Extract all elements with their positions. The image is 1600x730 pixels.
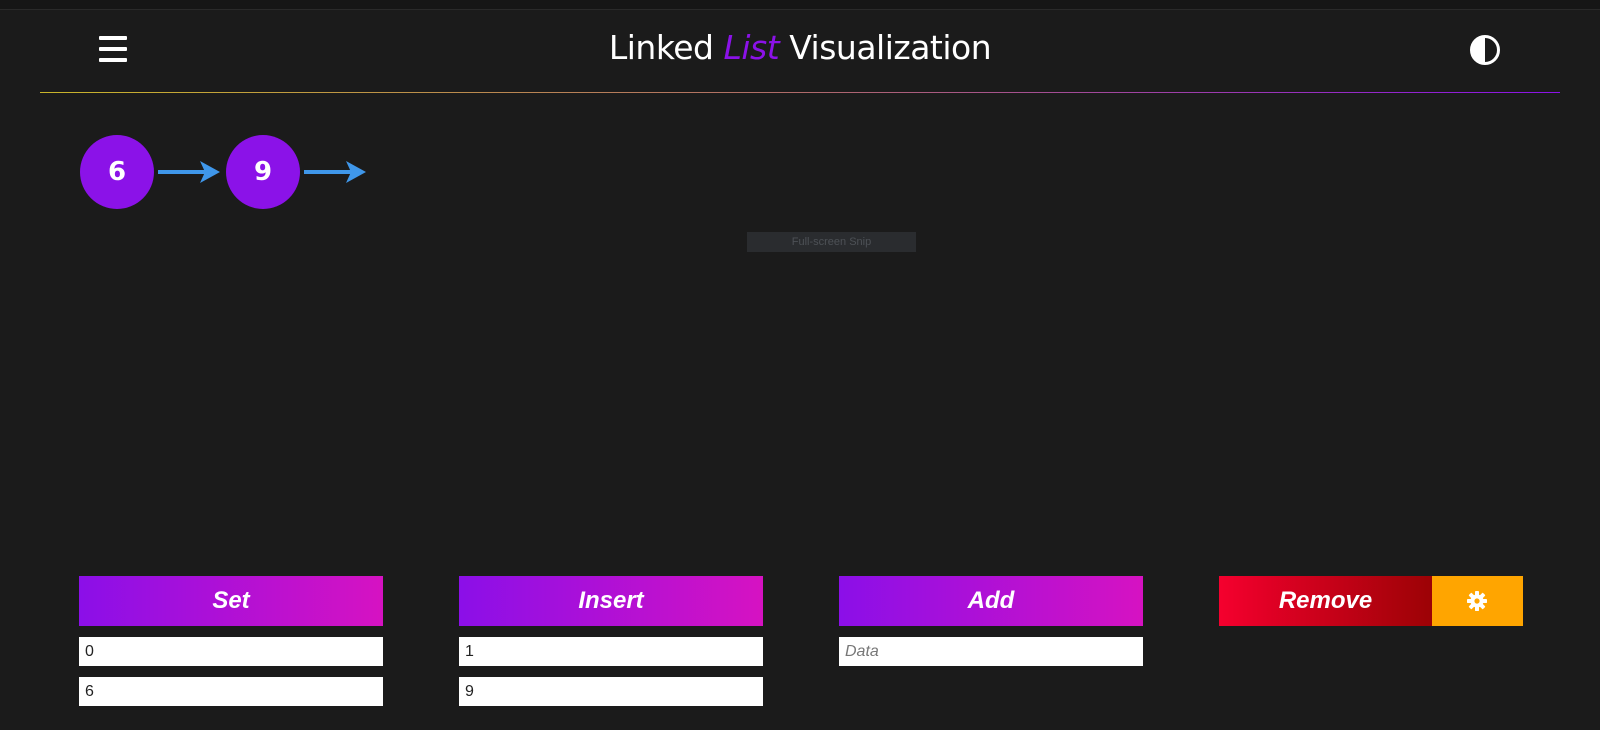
set-index-field[interactable] [79,637,383,666]
insert-controls: Insert [459,576,763,706]
set-data-field[interactable] [79,677,383,706]
right-arrow-icon [304,161,366,183]
top-strip [0,0,1600,10]
insert-data-field[interactable] [459,677,763,706]
remove-controls: Remove [1219,576,1523,626]
list-node: 6 [80,135,154,209]
title-word-list: List [723,28,780,67]
title-word-linked: Linked [608,28,714,67]
set-button[interactable]: Set [79,576,383,626]
header-divider [40,92,1560,93]
set-controls: Set [79,576,383,706]
theme-toggle-button[interactable] [1469,34,1501,66]
gear-icon [1467,591,1487,611]
add-button[interactable]: Add [839,576,1143,626]
list-node: 9 [226,135,300,209]
title-word-visualization: Visualization [789,28,992,67]
add-data-field[interactable] [839,637,1143,666]
insert-index-field[interactable] [459,637,763,666]
settings-button[interactable] [1432,576,1523,626]
right-arrow-icon [158,161,220,183]
add-controls: Add [839,576,1143,666]
remove-button[interactable]: Remove [1219,576,1432,626]
page-title: Linked List Visualization [0,28,1600,67]
insert-button[interactable]: Insert [459,576,763,626]
snip-overlay-label: Full-screen Snip [747,232,916,252]
contrast-half-circle-icon [1470,35,1500,65]
